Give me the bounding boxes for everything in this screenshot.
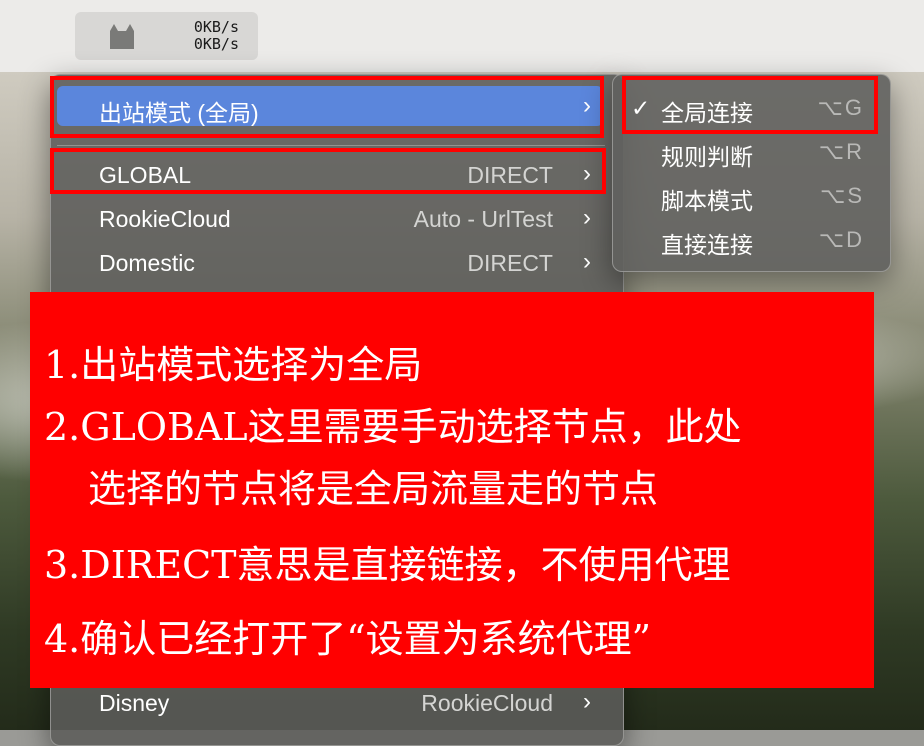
- submenu-item-rule-mode[interactable]: 规则判断 ⌥R: [619, 131, 882, 171]
- submenu-item-direct-connection[interactable]: 直接连接 ⌥D: [619, 219, 882, 259]
- menu-item-disney[interactable]: Disney RookieCloud ›: [57, 682, 603, 722]
- instruction-step-1: 1.出站模式选择为全局: [44, 343, 423, 387]
- keyboard-shortcut: ⌥S: [819, 183, 864, 208]
- instruction-step-2-cont: 选择的节点将是全局流量走的节点: [88, 467, 659, 511]
- submenu-item-script-mode[interactable]: 脚本模式 ⌥S: [619, 175, 882, 215]
- menu-item-value: Auto - UrlTest: [413, 206, 553, 232]
- menu-item-value: RookieCloud: [421, 690, 553, 716]
- menu-item-value: DIRECT: [467, 250, 553, 276]
- menu-item-label: Domestic: [99, 250, 195, 276]
- instruction-step-2: 2.GLOBAL这里需要手动选择节点，此处: [44, 405, 742, 449]
- chevron-right-icon: ›: [583, 688, 591, 715]
- instruction-step-4: 4.确认已经打开了“设置为系统代理”: [44, 617, 652, 661]
- instruction-step-3: 3.DIRECT意思是直接链接，不使用代理: [44, 543, 731, 587]
- keyboard-shortcut: ⌥D: [818, 227, 864, 252]
- instruction-callout: 1.出站模式选择为全局 2.GLOBAL这里需要手动选择节点，此处 选择的节点将…: [30, 292, 874, 688]
- menu-item-label: RookieCloud: [99, 206, 231, 232]
- menu-item-label: 出站模式 (全局): [99, 100, 259, 126]
- menu-separator: [57, 145, 605, 146]
- menu-item-label: Disney: [99, 690, 170, 716]
- menu-item-value: DIRECT: [467, 162, 553, 188]
- network-speed: 0KB/s 0KB/s: [179, 19, 239, 53]
- keyboard-shortcut: ⌥R: [818, 139, 864, 164]
- clashx-status-item[interactable]: 0KB/s 0KB/s: [75, 12, 258, 60]
- menu-bar: 0KB/s 0KB/s: [0, 0, 924, 72]
- outbound-mode-submenu: ✓ 全局连接 ⌥G 规则判断 ⌥R 脚本模式 ⌥S 直接连接 ⌥D: [612, 74, 891, 272]
- checkmark-icon: ✓: [631, 95, 651, 121]
- submenu-item-label: 全局连接: [661, 100, 753, 126]
- chevron-right-icon: ›: [583, 92, 591, 119]
- download-speed: 0KB/s: [193, 35, 239, 53]
- chevron-right-icon: ›: [583, 248, 591, 275]
- menu-item-label: GLOBAL: [99, 162, 192, 188]
- menu-item-global[interactable]: GLOBAL DIRECT ›: [57, 154, 603, 194]
- cat-icon: [107, 21, 137, 56]
- chevron-right-icon: ›: [583, 160, 591, 187]
- submenu-item-global-connection[interactable]: ✓ 全局连接 ⌥G: [619, 87, 882, 127]
- keyboard-shortcut: ⌥G: [817, 95, 864, 120]
- upload-speed: 0KB/s: [193, 18, 239, 36]
- submenu-item-label: 规则判断: [661, 144, 753, 170]
- menu-item-domestic[interactable]: Domestic DIRECT ›: [57, 242, 603, 282]
- menu-item-rookiecloud[interactable]: RookieCloud Auto - UrlTest ›: [57, 198, 603, 238]
- submenu-item-label: 直接连接: [661, 232, 753, 258]
- menu-item-outbound-mode[interactable]: 出站模式 (全局) ›: [57, 86, 603, 126]
- chevron-right-icon: ›: [583, 204, 591, 231]
- submenu-item-label: 脚本模式: [661, 188, 753, 214]
